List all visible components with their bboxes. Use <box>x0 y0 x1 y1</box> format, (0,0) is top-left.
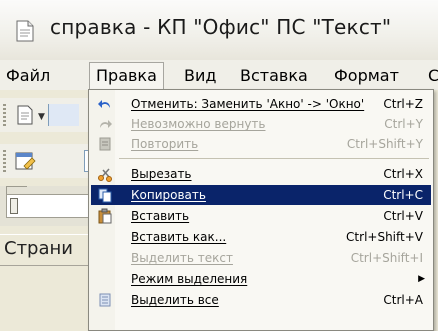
formatting-toolbar: E <box>0 144 102 178</box>
menu-item-copy[interactable]: Копировать Ctrl+C <box>91 185 431 205</box>
menu-item-shortcut: Ctrl+C <box>383 188 423 202</box>
document-app-icon <box>16 20 34 42</box>
menu-format[interactable]: Формат <box>334 66 399 85</box>
standard-toolbar: ▼ <box>0 98 100 132</box>
menu-item-shortcut: Ctrl+V <box>383 209 423 223</box>
menu-item-label: Вставить как... <box>131 230 227 244</box>
menu-item-label: Вставить <box>131 209 190 223</box>
menu-item-label: Невозможно вернуть <box>131 117 266 131</box>
menu-item-undo[interactable]: Отменить: Заменить 'Акно' -> 'Окно' Ctrl… <box>91 94 431 114</box>
ruler <box>0 186 100 226</box>
toolbar-grip[interactable] <box>3 150 6 172</box>
menu-bar: Файл Правка Вид Вставка Формат С <box>0 60 438 90</box>
menu-item-label: Повторить <box>131 137 199 151</box>
edit-menu-dropdown: Отменить: Заменить 'Акно' -> 'Окно' Ctrl… <box>88 89 434 331</box>
ruler-indent-marker[interactable] <box>10 198 18 214</box>
toolbar-partial-button[interactable] <box>48 104 79 126</box>
menu-item-shortcut: Ctrl+X <box>383 167 423 181</box>
window-title: справка - КП "Офис" ПС "Текст" <box>50 15 392 39</box>
menu-item-select-all[interactable]: Выделить все Ctrl+A <box>91 290 431 310</box>
menu-item-select-text[interactable]: Выделить текст Ctrl+Shift+I <box>91 248 431 268</box>
menu-item-label: Вырезать <box>131 167 192 181</box>
menu-item-label: Копировать <box>131 188 206 202</box>
menu-more[interactable]: С <box>428 66 438 85</box>
undo-icon <box>98 100 110 108</box>
ruler-bar <box>6 194 94 218</box>
chevron-down-icon[interactable]: ▼ <box>38 112 45 122</box>
menu-separator <box>119 158 429 159</box>
menu-item-shortcut: Ctrl+Y <box>384 117 423 131</box>
lower-area <box>0 266 100 326</box>
menu-item-label: Отменить: Заменить 'Акно' -> 'Окно' <box>131 97 365 111</box>
menu-item-label: Выделить все <box>131 293 219 307</box>
scissors-icon <box>98 168 112 182</box>
menu-item-selection-mode[interactable]: Режим выделения ▶ <box>91 269 431 289</box>
select-all-icon <box>99 293 111 307</box>
menu-item-paste[interactable]: Вставить Ctrl+V <box>91 206 431 226</box>
menu-item-label: Выделить текст <box>131 251 233 265</box>
new-document-icon[interactable] <box>14 104 36 126</box>
page-tab[interactable]: Страни <box>0 234 100 266</box>
menu-item-repeat[interactable]: Повторить Ctrl+Shift+Y <box>91 134 431 154</box>
page-tab-label: Страни <box>4 238 73 259</box>
menu-item-shortcut: Ctrl+Shift+V <box>346 230 423 244</box>
menu-view[interactable]: Вид <box>184 66 216 85</box>
styles-icon[interactable] <box>14 150 36 172</box>
menu-item-cut[interactable]: Вырезать Ctrl+X <box>91 164 431 184</box>
redo-icon <box>100 120 112 128</box>
menu-item-redo[interactable]: Невозможно вернуть Ctrl+Y <box>91 114 431 134</box>
menu-item-label: Режим выделения <box>131 272 248 286</box>
menu-item-shortcut: Ctrl+Shift+Y <box>346 137 423 151</box>
submenu-arrow-icon: ▶ <box>418 274 425 284</box>
repeat-icon <box>99 137 111 151</box>
menu-edit[interactable]: Правка <box>89 62 164 89</box>
menu-item-shortcut: Ctrl+Z <box>383 97 423 111</box>
menu-insert[interactable]: Вставка <box>240 66 308 85</box>
toolbar-grip[interactable] <box>3 104 6 126</box>
menu-item-paste-special[interactable]: Вставить как... Ctrl+Shift+V <box>91 227 431 247</box>
menu-item-shortcut: Ctrl+A <box>383 293 423 307</box>
menu-item-shortcut: Ctrl+Shift+I <box>350 251 423 265</box>
title-bar: справка - КП "Офис" ПС "Текст" <box>0 0 438 61</box>
clipboard-icon <box>98 208 112 224</box>
copy-icon <box>98 188 112 203</box>
menu-file[interactable]: Файл <box>6 66 50 85</box>
